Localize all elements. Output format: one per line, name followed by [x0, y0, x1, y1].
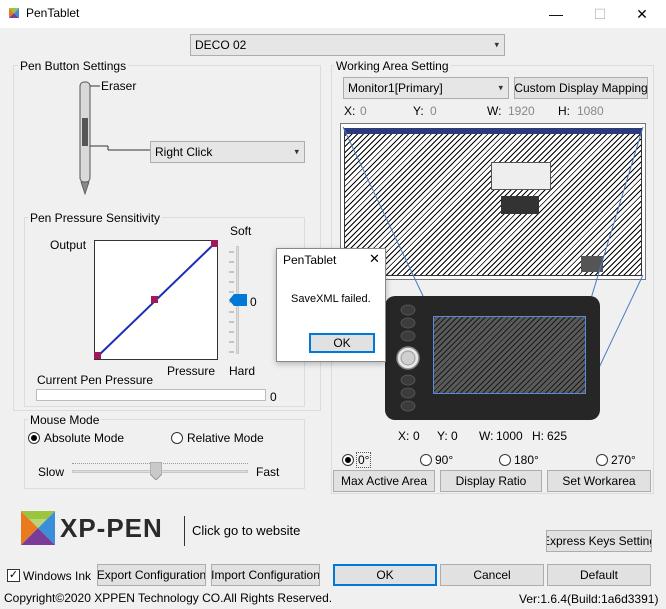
close-button[interactable]: ✕ — [620, 0, 664, 28]
copyright-text: Copyright©2020 XPPEN Technology CO.All R… — [4, 591, 333, 605]
pressure-curve[interactable] — [94, 240, 218, 360]
pen-illustration-icon — [79, 81, 150, 196]
speed-slider-thumb[interactable] — [150, 462, 162, 480]
title-bar[interactable]: PenTablet — ☐ ✕ — [0, 0, 666, 28]
rotation-0-radio[interactable] — [342, 454, 354, 466]
screen-w-label: W: — [487, 104, 502, 118]
chevron-down-icon: ▾ — [294, 146, 299, 157]
rotation-180-radio[interactable] — [499, 454, 511, 466]
maximize-icon: ☐ — [593, 5, 607, 22]
windows-ink-checkbox[interactable]: ✓ — [7, 569, 20, 582]
dialog-message: SaveXML failed. — [291, 293, 371, 305]
maximize-button: ☐ — [578, 0, 622, 28]
set-workarea-button[interactable]: Set Workarea — [547, 470, 651, 492]
curve-mid-handle[interactable] — [151, 296, 158, 303]
tablet-y-value: 0 — [451, 429, 458, 443]
soft-label: Soft — [230, 224, 252, 238]
monitor-select-value: Monitor1[Primary] — [348, 81, 443, 95]
hard-label: Hard — [229, 364, 256, 378]
pressure-slider-value: 0 — [250, 295, 257, 309]
tablet-h-label: H: — [532, 429, 544, 443]
website-link[interactable]: Click go to website — [192, 523, 300, 538]
screen-h-value: 1080 — [577, 104, 604, 118]
pen-button-group-label: Pen Button Settings — [18, 59, 129, 73]
tablet-x-value: 0 — [413, 429, 420, 443]
tablet-active-area[interactable] — [433, 316, 586, 394]
curve-start-handle[interactable] — [94, 352, 101, 359]
screen-y-value: 0 — [430, 104, 437, 118]
dialog-close-icon[interactable]: ✕ — [369, 251, 380, 267]
device-select[interactable]: DECO 02 ▾ — [190, 34, 505, 56]
minimize-button[interactable]: — — [534, 0, 578, 28]
tablet-h-value: 625 — [547, 429, 568, 443]
screen-x-value: 0 — [360, 104, 367, 118]
dialog-title: PenTablet — [283, 253, 337, 267]
dialog-body: SaveXML failed. OK — [277, 271, 385, 361]
tablet-x-label: X: — [398, 429, 410, 443]
windows-ink-label[interactable]: Windows Ink — [23, 569, 91, 583]
close-icon: ✕ — [636, 5, 648, 22]
display-ratio-button[interactable]: Display Ratio — [440, 470, 542, 492]
absolute-mode-radio[interactable] — [28, 432, 40, 444]
cancel-button[interactable]: Cancel — [440, 564, 544, 586]
screen-w-value: 1920 — [508, 104, 535, 118]
mouse-mode-group-label: Mouse Mode — [28, 413, 102, 427]
rotation-90-radio[interactable] — [420, 454, 432, 466]
rotation-180-label[interactable]: 180° — [514, 453, 539, 467]
rotation-90-label[interactable]: 90° — [435, 453, 453, 467]
express-keys-icon — [396, 304, 420, 412]
error-dialog[interactable]: PenTablet ✕ SaveXML failed. OK — [276, 248, 386, 362]
monitor-select[interactable]: Monitor1[Primary] ▾ — [343, 77, 509, 99]
pen-button-select-value: Right Click — [155, 145, 213, 159]
pressure-slider-thumb[interactable] — [229, 294, 247, 306]
xp-pen-logo-text[interactable]: XP-PEN — [60, 513, 163, 544]
working-area-group-label: Working Area Setting — [334, 59, 451, 73]
relative-mode-label[interactable]: Relative Mode — [187, 431, 264, 445]
curve-end-handle[interactable] — [211, 240, 218, 247]
tablet-preview[interactable] — [385, 296, 600, 420]
current-pressure-bar — [36, 389, 266, 401]
chevron-down-icon: ▾ — [498, 82, 503, 93]
screen-y-label: Y: — [413, 104, 424, 118]
branding-divider — [184, 516, 185, 546]
current-pressure-value: 0 — [270, 390, 277, 404]
pressure-label: Pressure — [167, 364, 216, 378]
pen-button-select[interactable]: Right Click ▾ — [150, 141, 305, 163]
absolute-mode-label[interactable]: Absolute Mode — [44, 431, 124, 445]
relative-mode-radio[interactable] — [171, 432, 183, 444]
export-configuration-button[interactable]: Export Configuration — [97, 564, 206, 586]
dialog-ok-button[interactable]: OK — [309, 333, 375, 353]
version-text: Ver:1.6.4(Build:1a6d3391) — [519, 592, 659, 606]
tablet-w-label: W: — [479, 429, 494, 443]
tablet-w-value: 1000 — [496, 429, 523, 443]
checkmark-icon: ✓ — [8, 569, 19, 581]
slow-label: Slow — [38, 465, 65, 479]
current-pressure-label: Current Pen Pressure — [37, 373, 154, 387]
tablet-y-label: Y: — [437, 429, 448, 443]
rotation-0-label[interactable]: 0° — [355, 452, 372, 468]
rotation-270-label[interactable]: 270° — [611, 453, 636, 467]
ok-button[interactable]: OK — [333, 564, 437, 586]
import-configuration-button[interactable]: Import Configuration — [211, 564, 320, 586]
screen-x-label: X: — [344, 104, 356, 118]
max-active-area-button[interactable]: Max Active Area — [333, 470, 435, 492]
device-select-value: DECO 02 — [195, 38, 247, 52]
fast-label: Fast — [256, 465, 280, 479]
window-title: PenTablet — [26, 6, 80, 20]
screen-h-label: H: — [558, 104, 570, 118]
minimize-icon: — — [549, 6, 563, 22]
chevron-down-icon: ▾ — [494, 39, 499, 50]
xp-pen-logo-icon[interactable] — [18, 508, 58, 548]
custom-display-mapping-button[interactable]: Custom Display Mapping — [514, 77, 648, 99]
pressure-group-label: Pen Pressure Sensitivity — [28, 211, 163, 225]
eraser-label: Eraser — [101, 79, 137, 93]
express-keys-setting-button[interactable]: Express Keys Setting — [546, 530, 652, 552]
output-label: Output — [50, 238, 87, 252]
app-icon — [9, 8, 19, 18]
default-button[interactable]: Default — [547, 564, 651, 586]
rotation-270-radio[interactable] — [596, 454, 608, 466]
